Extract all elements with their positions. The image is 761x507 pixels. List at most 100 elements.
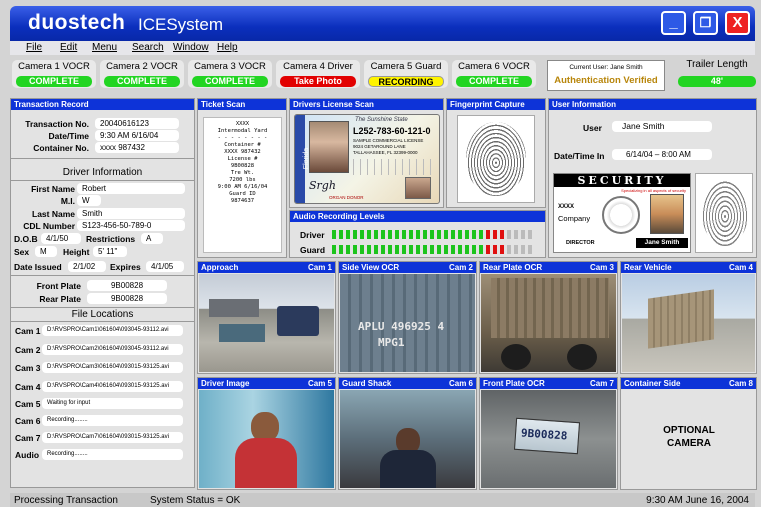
panel-title: Guard Shack Cam 6 [339,378,476,389]
file-path-field[interactable]: D:\RVSPRO\Cam3\061604\093015-93125.avi [42,362,183,373]
maximize-button[interactable]: ❐ [693,11,718,35]
trailer-label: Trailer Length [686,59,748,70]
transaction-number-label: Transaction No. [25,119,89,129]
file-path-field[interactable]: Recording........ [42,415,183,426]
meter-segment [339,245,343,254]
badge-photo [650,194,684,234]
panel-title: Transaction Record [11,99,194,110]
meter-segment [528,230,532,239]
issued-label: Date Issued [14,262,62,272]
camera-1-status: Camera 1 VOCR COMPLETE [12,60,96,88]
meter-segment [381,230,385,239]
file-path-field[interactable]: D:\RVSPRO\Cam7\061604\093015-93125.avi [42,432,183,443]
panel-title: Side View OCR Cam 2 [339,262,476,273]
meter-segment [423,230,427,239]
meter-segment [416,230,420,239]
approach-image [199,274,334,372]
minimize-button[interactable]: _ [661,11,686,35]
approach-view: Approach Cam 1 [197,261,336,374]
panel-title: Rear Vehicle Cam 4 [621,262,756,273]
meter-segment [486,245,490,254]
meter-segment [444,230,448,239]
meter-segment [367,230,371,239]
last-name-field: Smith [77,208,185,219]
menu-edit[interactable]: Edit [60,42,77,53]
meter-segment [521,230,525,239]
meter-segment [374,230,378,239]
dob-field: 4/1/50 [41,233,81,244]
status-badge: RECORDING [368,76,444,87]
meter-segment [374,245,378,254]
first-name-field: Robert [77,183,185,194]
license-image: Florida The Sunshine State L252-783-60-1… [294,114,440,204]
camera-label: Camera 2 VOCR [106,61,178,72]
menu-file[interactable]: File [26,42,42,53]
front-plate-label: Front Plate [36,281,81,291]
current-user-label: Current User: Jane Smith [569,64,643,71]
front-plate-field: 9B00828 [87,280,167,291]
guard-shack-view: Guard Shack Cam 6 [338,377,477,490]
rear-plate-ocr: Rear Plate OCR Cam 3 [479,261,618,374]
optional-camera-text: OPTIONAL CAMERA [663,425,715,449]
user-field: Jane Smith [612,121,712,132]
meter-segment [437,245,441,254]
meter-segment [444,245,448,254]
issued-field: 2/1/02 [68,261,106,272]
status-badge: COMPLETE [456,76,532,87]
panel-title: Ticket Scan [198,99,286,110]
file-path-field[interactable]: D:\RVSPRO\Cam2\061604\093045-93112.avi [42,344,183,355]
meter-segment [458,230,462,239]
audio-levels-panel: Audio Recording Levels Driver Guard [289,210,546,258]
restrictions-field: A [141,233,163,244]
close-button[interactable]: X [725,11,750,35]
sex-label: Sex [14,247,30,257]
container-field: xxxx 987432 [95,142,179,153]
cdl-label: CDL Number [23,221,75,231]
rear-plate-image [481,274,616,372]
guard-shack-image [340,390,475,488]
meter-segment [528,245,532,254]
title-bar: duostech ICESystem _ ❐ X [10,6,755,41]
menu-menu[interactable]: Menu [92,42,117,53]
file-label: Audio [15,450,40,460]
front-plate-ocr: Front Plate OCR Cam 7 9B00828 [479,377,618,490]
guard-audio-meter [332,245,542,254]
rear-plate-label: Rear Plate [39,294,81,304]
first-name-label: First Name [31,184,75,194]
file-path-field[interactable]: Recording........ [42,449,183,460]
meter-segment [423,245,427,254]
menu-window[interactable]: Window [173,42,209,53]
meter-segment [451,230,455,239]
file-path-field[interactable]: D:\RVSPRO\Cam4\061604\093015-93125.avi [42,381,183,392]
take-photo-button[interactable]: Take Photo [280,76,356,87]
mi-field: W [77,195,101,206]
meter-segment [479,245,483,254]
meter-segment [388,245,392,254]
meter-segment [430,245,434,254]
status-clock: 9:30 AM June 16, 2004 [646,495,749,506]
transaction-panel: Transaction Record Transaction No. 20040… [10,98,195,488]
trailer-length: Trailer Length 48' [678,59,756,89]
user-info-panel: User Information User Jane Smith Date/Ti… [548,98,757,258]
meter-segment [500,245,504,254]
menu-help[interactable]: Help [217,42,238,53]
fingerprint-panel: Fingerprint Capture [446,98,546,208]
ticket-scan-panel: Ticket Scan XXXX Intermodal Yard - - - - -… [197,98,287,258]
camera-5-status: Camera 5 Guard RECORDING [364,60,448,88]
meter-segment [346,230,350,239]
meter-segment [360,245,364,254]
menu-search[interactable]: Search [132,42,164,53]
side-view-ocr: Side View OCR Cam 2 APLU 496925 4 MPG1 [338,261,477,374]
status-left: Processing Transaction [14,495,118,506]
meter-segment [332,245,336,254]
datetime-field: 9:30 AM 6/16/04 [95,130,179,141]
file-path-field[interactable]: D:\RVSPRO\Cam1\061604\093045-93112.avi [42,325,183,336]
container-side-view: Container Side Cam 8 OPTIONAL CAMERA [620,377,757,490]
driver-image [199,390,334,488]
meter-segment [409,245,413,254]
file-path-field[interactable]: Waiting for input [42,398,183,409]
app-title: ICESystem [138,15,224,34]
meter-segment [507,230,511,239]
file-label: Cam 3 [15,363,41,373]
meter-segment [360,230,364,239]
